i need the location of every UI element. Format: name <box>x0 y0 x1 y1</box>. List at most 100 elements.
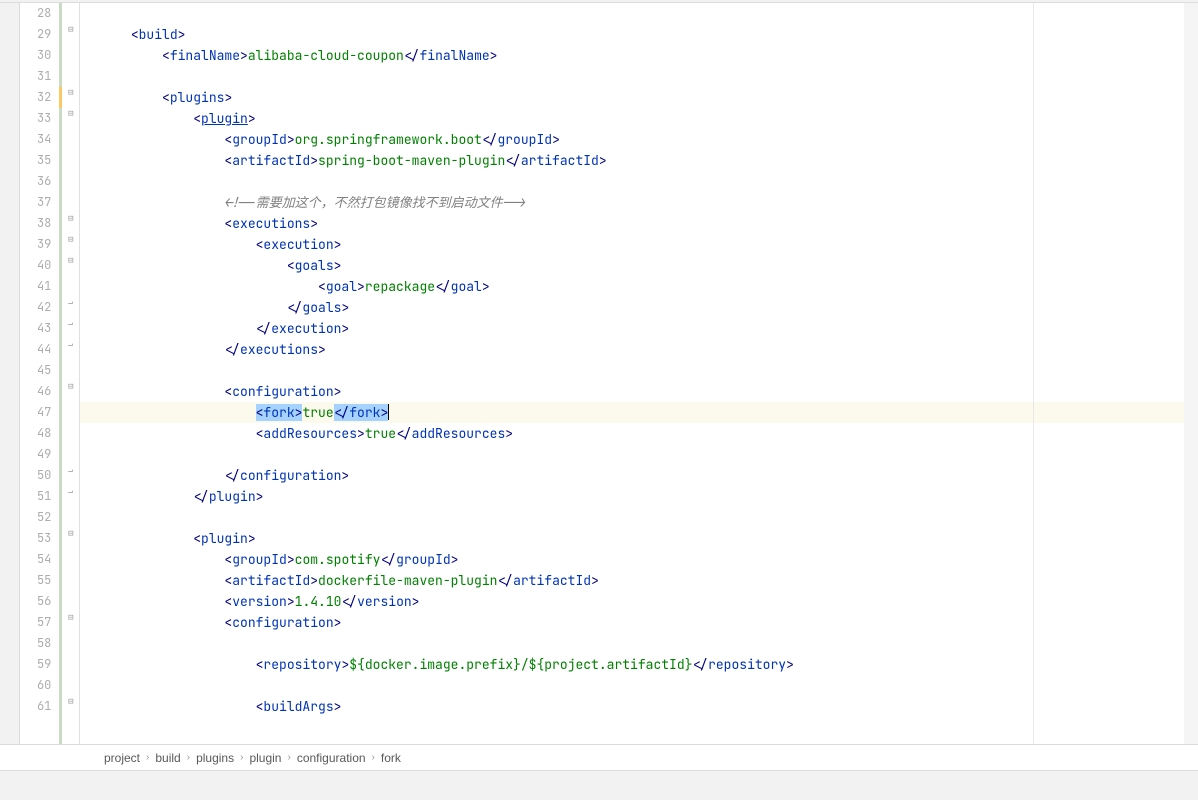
line-number[interactable]: 48 <box>20 423 51 444</box>
line-number[interactable]: 38 <box>20 213 51 234</box>
line-number[interactable]: 46 <box>20 381 51 402</box>
line-number[interactable]: 58 <box>20 633 51 654</box>
line-number[interactable]: 47 <box>20 402 51 423</box>
code-line[interactable] <box>80 171 1184 192</box>
change-marker <box>59 87 62 108</box>
line-number[interactable]: 57 <box>20 612 51 633</box>
code-line[interactable]: <plugins> <box>80 87 1184 108</box>
editor-area: 2829303132333435363738394041424344454647… <box>0 3 1198 744</box>
code-line[interactable]: <execution> <box>80 234 1184 255</box>
breadcrumb-item-fork[interactable]: fork <box>377 751 405 765</box>
bottom-panel <box>0 770 1198 800</box>
line-number[interactable]: 54 <box>20 549 51 570</box>
line-numbers: 2829303132333435363738394041424344454647… <box>20 3 59 744</box>
line-number[interactable]: 28 <box>20 3 51 24</box>
breadcrumb-item-plugin[interactable]: plugin <box>245 751 285 765</box>
line-number[interactable]: 44 <box>20 339 51 360</box>
line-number[interactable]: 41 <box>20 276 51 297</box>
chevron-right-icon: › <box>285 752 292 763</box>
line-number[interactable]: 43 <box>20 318 51 339</box>
code-line[interactable]: <repository>${docker.image.prefix}/${pro… <box>80 654 1184 675</box>
fold-expand-icon[interactable]: ⊟ <box>65 696 76 707</box>
line-number[interactable]: 37 <box>20 192 51 213</box>
line-number[interactable]: 40 <box>20 255 51 276</box>
code-line[interactable] <box>80 675 1184 696</box>
code-line[interactable]: <groupId>org.springframework.boot</group… <box>80 129 1184 150</box>
fold-expand-icon[interactable]: ⊟ <box>65 24 76 35</box>
breadcrumb-item-project[interactable]: project <box>100 751 144 765</box>
fold-expand-icon[interactable]: ⊟ <box>65 213 76 224</box>
fold-expand-icon[interactable]: ⊟ <box>65 255 76 266</box>
code-line[interactable]: <goals> <box>80 255 1184 276</box>
code-line[interactable]: <executions> <box>80 213 1184 234</box>
code-line[interactable]: <addResources>true</addResources> <box>80 423 1184 444</box>
code-line[interactable]: </plugin> <box>80 486 1184 507</box>
code-line[interactable]: </configuration> <box>80 465 1184 486</box>
fold-expand-icon[interactable]: ⊟ <box>65 234 76 245</box>
line-number[interactable]: 51 <box>20 486 51 507</box>
line-number[interactable]: 60 <box>20 675 51 696</box>
fold-close-icon[interactable]: ⌐ <box>65 339 76 350</box>
code-line[interactable]: <configuration> <box>80 381 1184 402</box>
code-line[interactable]: <version>1.4.10</version> <box>80 591 1184 612</box>
left-sidebar <box>0 3 20 744</box>
code-line[interactable]: </execution> <box>80 318 1184 339</box>
code-line[interactable] <box>80 3 1184 24</box>
breadcrumb-item-configuration[interactable]: configuration <box>293 751 370 765</box>
fold-expand-icon[interactable]: ⊟ <box>65 108 76 119</box>
fold-expand-icon[interactable]: ⊟ <box>65 87 76 98</box>
fold-expand-icon[interactable]: ⊟ <box>65 381 76 392</box>
fold-close-icon[interactable]: ⌐ <box>65 465 76 476</box>
line-number[interactable]: 29 <box>20 24 51 45</box>
code-line[interactable]: <configuration> <box>80 612 1184 633</box>
code-line[interactable]: </executions> <box>80 339 1184 360</box>
fold-close-icon[interactable]: ⌐ <box>65 318 76 329</box>
line-number[interactable]: 52 <box>20 507 51 528</box>
line-number[interactable]: 31 <box>20 66 51 87</box>
code-line[interactable]: <fork>true</fork> <box>80 402 1184 423</box>
line-number[interactable]: 39 <box>20 234 51 255</box>
code-line[interactable]: <artifactId>spring-boot-maven-plugin</ar… <box>80 150 1184 171</box>
caret <box>388 404 389 420</box>
code-area[interactable]: <build> <finalName>alibaba-cloud-coupon<… <box>80 3 1184 744</box>
line-number[interactable]: 45 <box>20 360 51 381</box>
fold-close-icon[interactable]: ⌐ <box>65 297 76 308</box>
fold-expand-icon[interactable]: ⊟ <box>65 612 76 623</box>
breadcrumb-bar: project›build›plugins›plugin›configurati… <box>0 744 1198 770</box>
code-line[interactable]: <!--需要加这个，不然打包镜像找不到启动文件--> <box>80 192 1184 213</box>
line-number[interactable]: 33 <box>20 108 51 129</box>
code-line[interactable] <box>80 507 1184 528</box>
code-line[interactable] <box>80 633 1184 654</box>
code-line[interactable]: <plugin> <box>80 108 1184 129</box>
line-number[interactable]: 55 <box>20 570 51 591</box>
line-number[interactable]: 32 <box>20 87 51 108</box>
chevron-right-icon: › <box>238 752 245 763</box>
code-line[interactable]: <plugin> <box>80 528 1184 549</box>
fold-close-icon[interactable]: ⌐ <box>65 486 76 497</box>
breadcrumb-item-build[interactable]: build <box>151 751 184 765</box>
line-number[interactable]: 30 <box>20 45 51 66</box>
line-number[interactable]: 36 <box>20 171 51 192</box>
code-line[interactable]: </goals> <box>80 297 1184 318</box>
line-number[interactable]: 42 <box>20 297 51 318</box>
code-line[interactable] <box>80 360 1184 381</box>
code-line[interactable]: <artifactId>dockerfile-maven-plugin</art… <box>80 570 1184 591</box>
fold-expand-icon[interactable]: ⊟ <box>65 528 76 539</box>
vertical-scrollbar[interactable] <box>1184 3 1198 744</box>
line-number[interactable]: 59 <box>20 654 51 675</box>
code-line[interactable]: <build> <box>80 24 1184 45</box>
code-line[interactable]: <buildArgs> <box>80 696 1184 717</box>
line-number[interactable]: 35 <box>20 150 51 171</box>
line-number[interactable]: 34 <box>20 129 51 150</box>
code-line[interactable] <box>80 444 1184 465</box>
line-number[interactable]: 61 <box>20 696 51 717</box>
code-line[interactable]: <goal>repackage</goal> <box>80 276 1184 297</box>
line-number[interactable]: 53 <box>20 528 51 549</box>
code-line[interactable]: <groupId>com.spotify</groupId> <box>80 549 1184 570</box>
line-number[interactable]: 49 <box>20 444 51 465</box>
code-line[interactable]: <finalName>alibaba-cloud-coupon</finalNa… <box>80 45 1184 66</box>
code-line[interactable] <box>80 66 1184 87</box>
line-number[interactable]: 56 <box>20 591 51 612</box>
breadcrumb-item-plugins[interactable]: plugins <box>192 751 238 765</box>
line-number[interactable]: 50 <box>20 465 51 486</box>
